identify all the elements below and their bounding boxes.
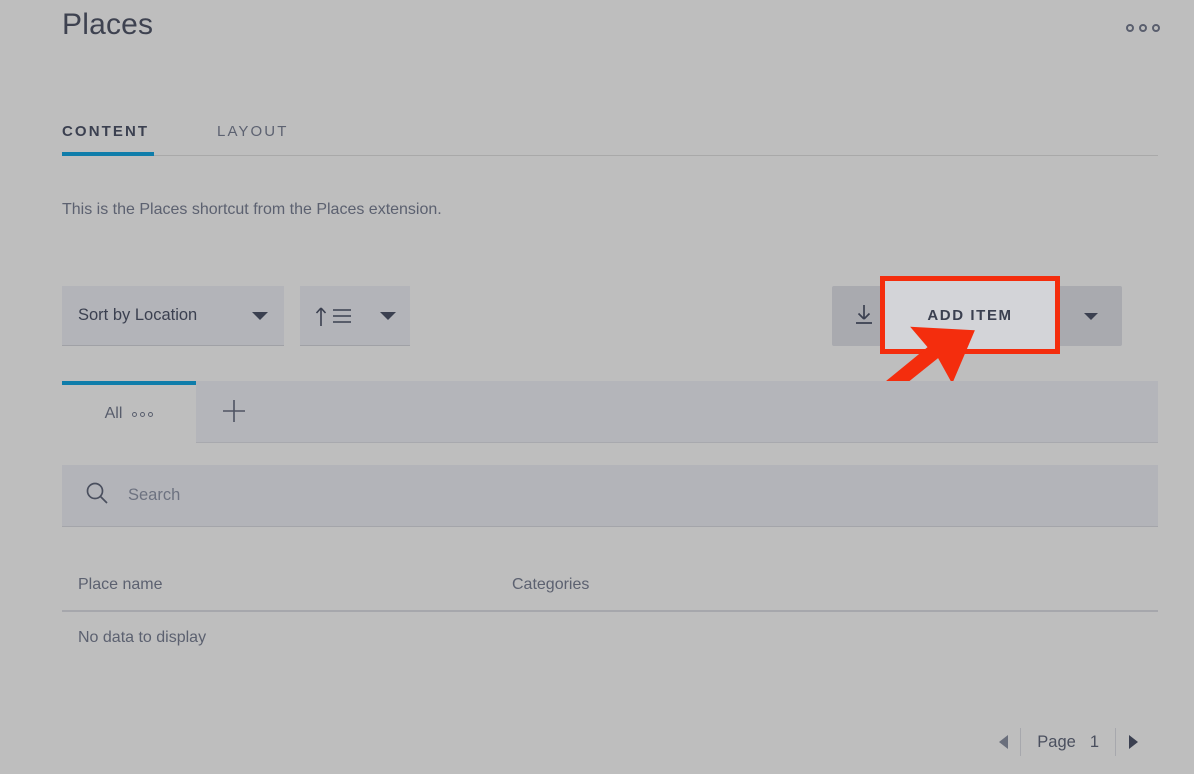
page-title: Places (62, 8, 154, 41)
search-bar[interactable] (62, 465, 1158, 527)
chevron-down-icon (1084, 312, 1098, 320)
tab-layout[interactable]: LAYOUT (217, 123, 289, 156)
add-item-button[interactable]: ADD ITEM (885, 281, 1055, 349)
ellipsis-dot (1152, 24, 1160, 32)
next-page-button[interactable] (1116, 720, 1150, 764)
page-number[interactable]: 1 (1090, 733, 1099, 752)
pagination: Page 1 (986, 720, 1150, 764)
chevron-down-icon (252, 311, 268, 320)
search-input[interactable] (128, 465, 1158, 526)
description-text: This is the Places shortcut from the Pla… (62, 201, 442, 218)
table-empty-message: No data to display (78, 629, 207, 646)
sort-direction-dropdown[interactable] (300, 286, 410, 346)
table-header-row: Place name Categories (62, 560, 1158, 612)
main-tab-bar: CONTENT LAYOUT (62, 104, 1158, 156)
toolbar: Sort by Location ADD ITEM (62, 276, 1158, 354)
ellipsis-icon[interactable] (132, 411, 154, 417)
page-label-text: Page (1037, 732, 1076, 751)
sort-by-dropdown[interactable]: Sort by Location (62, 286, 284, 346)
download-icon (850, 301, 878, 332)
ellipsis-dot (1126, 24, 1134, 32)
plus-icon (220, 397, 248, 428)
add-item-highlight-box: ADD ITEM (880, 276, 1060, 354)
more-options-icon[interactable] (1126, 18, 1160, 38)
add-item-dropdown-toggle[interactable] (1060, 286, 1122, 346)
add-tab-button[interactable] (196, 381, 272, 443)
column-header-categories[interactable]: Categories (512, 576, 1158, 594)
search-icon (84, 480, 110, 511)
sort-by-value: Sort by Location (78, 306, 198, 324)
tab-content[interactable]: CONTENT (62, 123, 155, 156)
ellipsis-dot (140, 411, 146, 417)
sort-ascending-icon (314, 305, 352, 327)
previous-page-button[interactable] (986, 720, 1020, 764)
ellipsis-dot (148, 411, 154, 417)
ellipsis-dot (1139, 24, 1147, 32)
chevron-down-icon (380, 311, 396, 320)
category-tab-strip: All (62, 381, 1158, 443)
column-header-place-name[interactable]: Place name (62, 576, 512, 594)
chevron-left-icon (998, 735, 1008, 749)
subtab-label: All (104, 405, 123, 422)
page-indicator: Page 1 (1021, 733, 1115, 752)
sidebar-item-all[interactable]: All (62, 381, 196, 443)
tab-strip-divider (196, 442, 1158, 443)
chevron-right-icon (1128, 735, 1138, 749)
ellipsis-dot (132, 411, 138, 417)
places-table: Place name Categories No data to display (62, 560, 1158, 664)
